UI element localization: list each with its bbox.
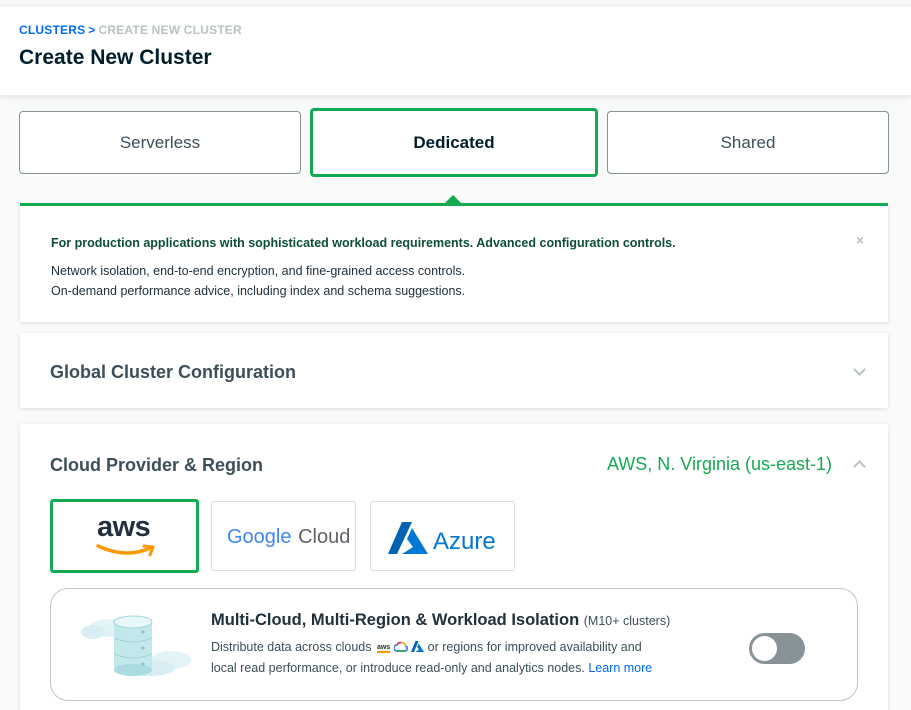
provider-google-cloud-button[interactable]: Google Cloud	[211, 501, 356, 571]
chevron-up-icon[interactable]	[853, 460, 866, 473]
multi-cloud-toggle[interactable]	[749, 633, 805, 664]
provider-azure-button[interactable]: Azure	[370, 501, 515, 571]
multi-cloud-title-sub: (M10+ clusters)	[583, 614, 671, 628]
breadcrumb-separator: >	[88, 23, 96, 37]
multi-cloud-description-line-2: local read performance, or introduce rea…	[211, 661, 652, 675]
multi-cloud-panel: Multi-Cloud, Multi-Region & Workload Iso…	[50, 588, 858, 701]
close-icon[interactable]: ×	[856, 232, 864, 248]
cloud-logo-text: Cloud	[298, 526, 351, 548]
azure-logo-text: Azure	[433, 528, 496, 555]
tier-tab-serverless[interactable]: Serverless	[19, 111, 301, 174]
page-title: Create New Cluster	[19, 46, 212, 69]
multi-cloud-desc-part-a: Distribute data across clouds	[211, 640, 372, 654]
aws-smile-icon	[96, 544, 155, 557]
top-strip	[0, 0, 911, 6]
provider-aws-button[interactable]: aws	[50, 499, 199, 573]
breadcrumb-current: CREATE NEW CLUSTER	[98, 23, 242, 37]
tier-tab-shared-label: Shared	[720, 132, 776, 152]
aws-mini-icon: aws	[376, 644, 391, 653]
tier-tab-shared[interactable]: Shared	[607, 111, 889, 174]
toggle-knob	[752, 636, 777, 661]
tier-tab-dedicated-label: Dedicated	[413, 132, 495, 152]
selected-region-summary: AWS, N. Virginia (us-east-1)	[606, 454, 832, 474]
learn-more-link[interactable]: Learn more	[588, 661, 652, 675]
tier-tab-serverless-label: Serverless	[119, 132, 201, 152]
tier-info-title: For production applications with sophist…	[51, 236, 676, 250]
global-cluster-config-title: Global Cluster Configuration	[50, 362, 296, 382]
azure-logo-icon	[388, 522, 428, 554]
tier-info-line-1: Network isolation, end-to-end encryption…	[51, 264, 466, 278]
breadcrumb: CLUSTERS > CREATE NEW CLUSTER	[19, 23, 242, 37]
page-header: CLUSTERS > CREATE NEW CLUSTER Create New C…	[0, 0, 911, 96]
cloud-provider-region-section: Cloud Provider & Region AWS, N. Virginia…	[20, 424, 888, 710]
google-cloud-mini-icon	[392, 641, 408, 652]
tier-info-line-2: On-demand performance advice, including …	[51, 284, 466, 298]
chevron-down-icon[interactable]	[853, 363, 866, 376]
multi-cloud-desc-line-2-text: local read performance, or introduce rea…	[211, 661, 585, 675]
aws-logo-text: aws	[97, 511, 151, 543]
azure-mini-icon	[411, 641, 425, 652]
database-cloud-icon	[81, 615, 191, 676]
cloud-provider-region-title: Cloud Provider & Region	[50, 455, 264, 475]
tier-tab-dedicated[interactable]: Dedicated	[310, 108, 598, 177]
multi-cloud-desc-part-b: or regions for improved availability and	[427, 640, 642, 654]
global-cluster-config-section[interactable]: Global Cluster Configuration	[20, 333, 888, 408]
tier-info-panel: For production applications with sophist…	[20, 203, 888, 322]
multi-cloud-title-main: Multi-Cloud, Multi-Region & Workload Iso…	[211, 611, 580, 629]
google-logo-text: Google	[227, 526, 292, 548]
multi-cloud-description-line-1: Distribute data across clouds aws or reg…	[211, 640, 642, 654]
breadcrumb-clusters-link[interactable]: CLUSTERS	[19, 23, 85, 37]
multi-cloud-title: Multi-Cloud, Multi-Region & Workload Iso…	[211, 611, 670, 630]
